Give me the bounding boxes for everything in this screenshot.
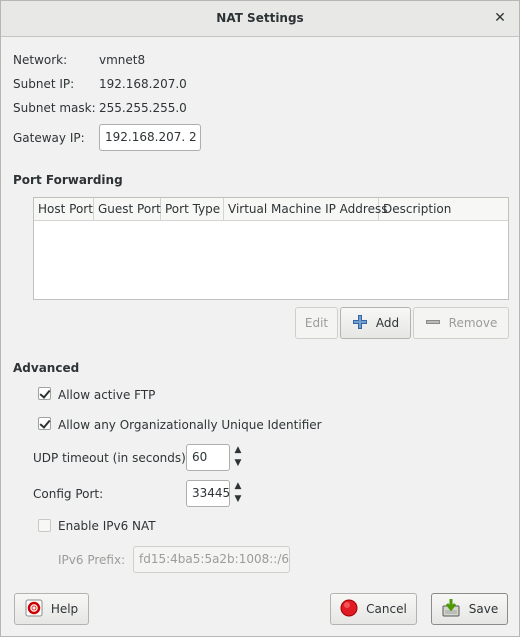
config-port-stepper[interactable]: ▲ ▼ <box>231 480 245 507</box>
subnet-mask-value: 255.255.255.0 <box>99 101 187 115</box>
cancel-button[interactable]: Cancel <box>330 593 417 625</box>
chevron-down-icon[interactable]: ▼ <box>231 493 245 506</box>
subnet-ip-label: Subnet IP: <box>13 77 75 91</box>
column-guest-port[interactable]: Guest Port <box>94 198 161 221</box>
gateway-ip-label: Gateway IP: <box>13 131 85 145</box>
cancel-button-label: Cancel <box>366 602 407 616</box>
help-button-label: Help <box>50 602 79 616</box>
network-label: Network: <box>13 53 68 67</box>
remove-button-label: Remove <box>448 316 498 330</box>
column-vm-ip-address[interactable]: Virtual Machine IP Address <box>224 198 387 221</box>
chevron-up-icon[interactable]: ▲ <box>231 480 245 493</box>
network-value: vmnet8 <box>99 53 146 67</box>
save-icon <box>441 598 461 621</box>
chevron-up-icon[interactable]: ▲ <box>231 444 245 457</box>
close-icon[interactable]: ✕ <box>491 9 509 27</box>
column-host-port[interactable]: Host Port <box>34 198 94 221</box>
subnet-ip-value: 192.168.207.0 <box>99 77 187 91</box>
nat-settings-dialog: NAT Settings ✕ Network: vmnet8 Subnet IP… <box>0 0 520 637</box>
add-button[interactable]: Add <box>340 307 411 339</box>
port-forwarding-table[interactable]: Host Port Guest Port Port Type Virtual M… <box>33 197 509 300</box>
allow-oui-label[interactable]: Allow any Organizationally Unique Identi… <box>58 418 322 432</box>
save-button-label: Save <box>468 602 499 616</box>
udp-timeout-stepper[interactable]: ▲ ▼ <box>231 444 245 471</box>
plus-icon <box>352 314 368 333</box>
gateway-ip-input[interactable]: 192.168.207. 2 <box>99 124 201 151</box>
ipv6-prefix-label: IPv6 Prefix: <box>58 553 126 567</box>
table-header: Host Port Guest Port Port Type Virtual M… <box>34 198 508 221</box>
advanced-heading: Advanced <box>13 361 80 375</box>
subnet-mask-label: Subnet mask: <box>13 101 96 115</box>
chevron-down-icon[interactable]: ▼ <box>231 457 245 470</box>
help-button[interactable]: Help <box>14 593 89 625</box>
edit-button[interactable]: Edit <box>295 307 338 339</box>
allow-active-ftp-label[interactable]: Allow active FTP <box>58 388 155 402</box>
config-port-label: Config Port: <box>33 487 104 501</box>
enable-ipv6-nat-checkbox[interactable] <box>38 519 51 532</box>
stop-icon <box>340 599 358 620</box>
udp-timeout-label: UDP timeout (in seconds): <box>33 451 190 465</box>
help-lifebuoy-icon <box>25 599 43 620</box>
allow-oui-checkbox[interactable] <box>38 417 51 430</box>
enable-ipv6-nat-label[interactable]: Enable IPv6 NAT <box>58 519 156 533</box>
column-port-type[interactable]: Port Type <box>161 198 224 221</box>
allow-active-ftp-checkbox[interactable] <box>38 387 51 400</box>
udp-timeout-input[interactable]: 60 <box>186 444 230 471</box>
column-description[interactable]: Description <box>379 198 508 221</box>
window-title: NAT Settings <box>216 11 304 25</box>
add-button-label: Add <box>375 316 400 330</box>
port-forwarding-heading: Port Forwarding <box>13 173 123 187</box>
ipv6-prefix-input[interactable]: fd15:4ba5:5a2b:1008::/64 <box>133 546 290 573</box>
save-button[interactable]: Save <box>431 593 508 625</box>
remove-button[interactable]: Remove <box>413 307 509 339</box>
titlebar: NAT Settings ✕ <box>1 1 519 37</box>
edit-button-label: Edit <box>304 316 329 330</box>
minus-icon <box>425 314 441 333</box>
config-port-input[interactable]: 33445 <box>186 480 230 507</box>
